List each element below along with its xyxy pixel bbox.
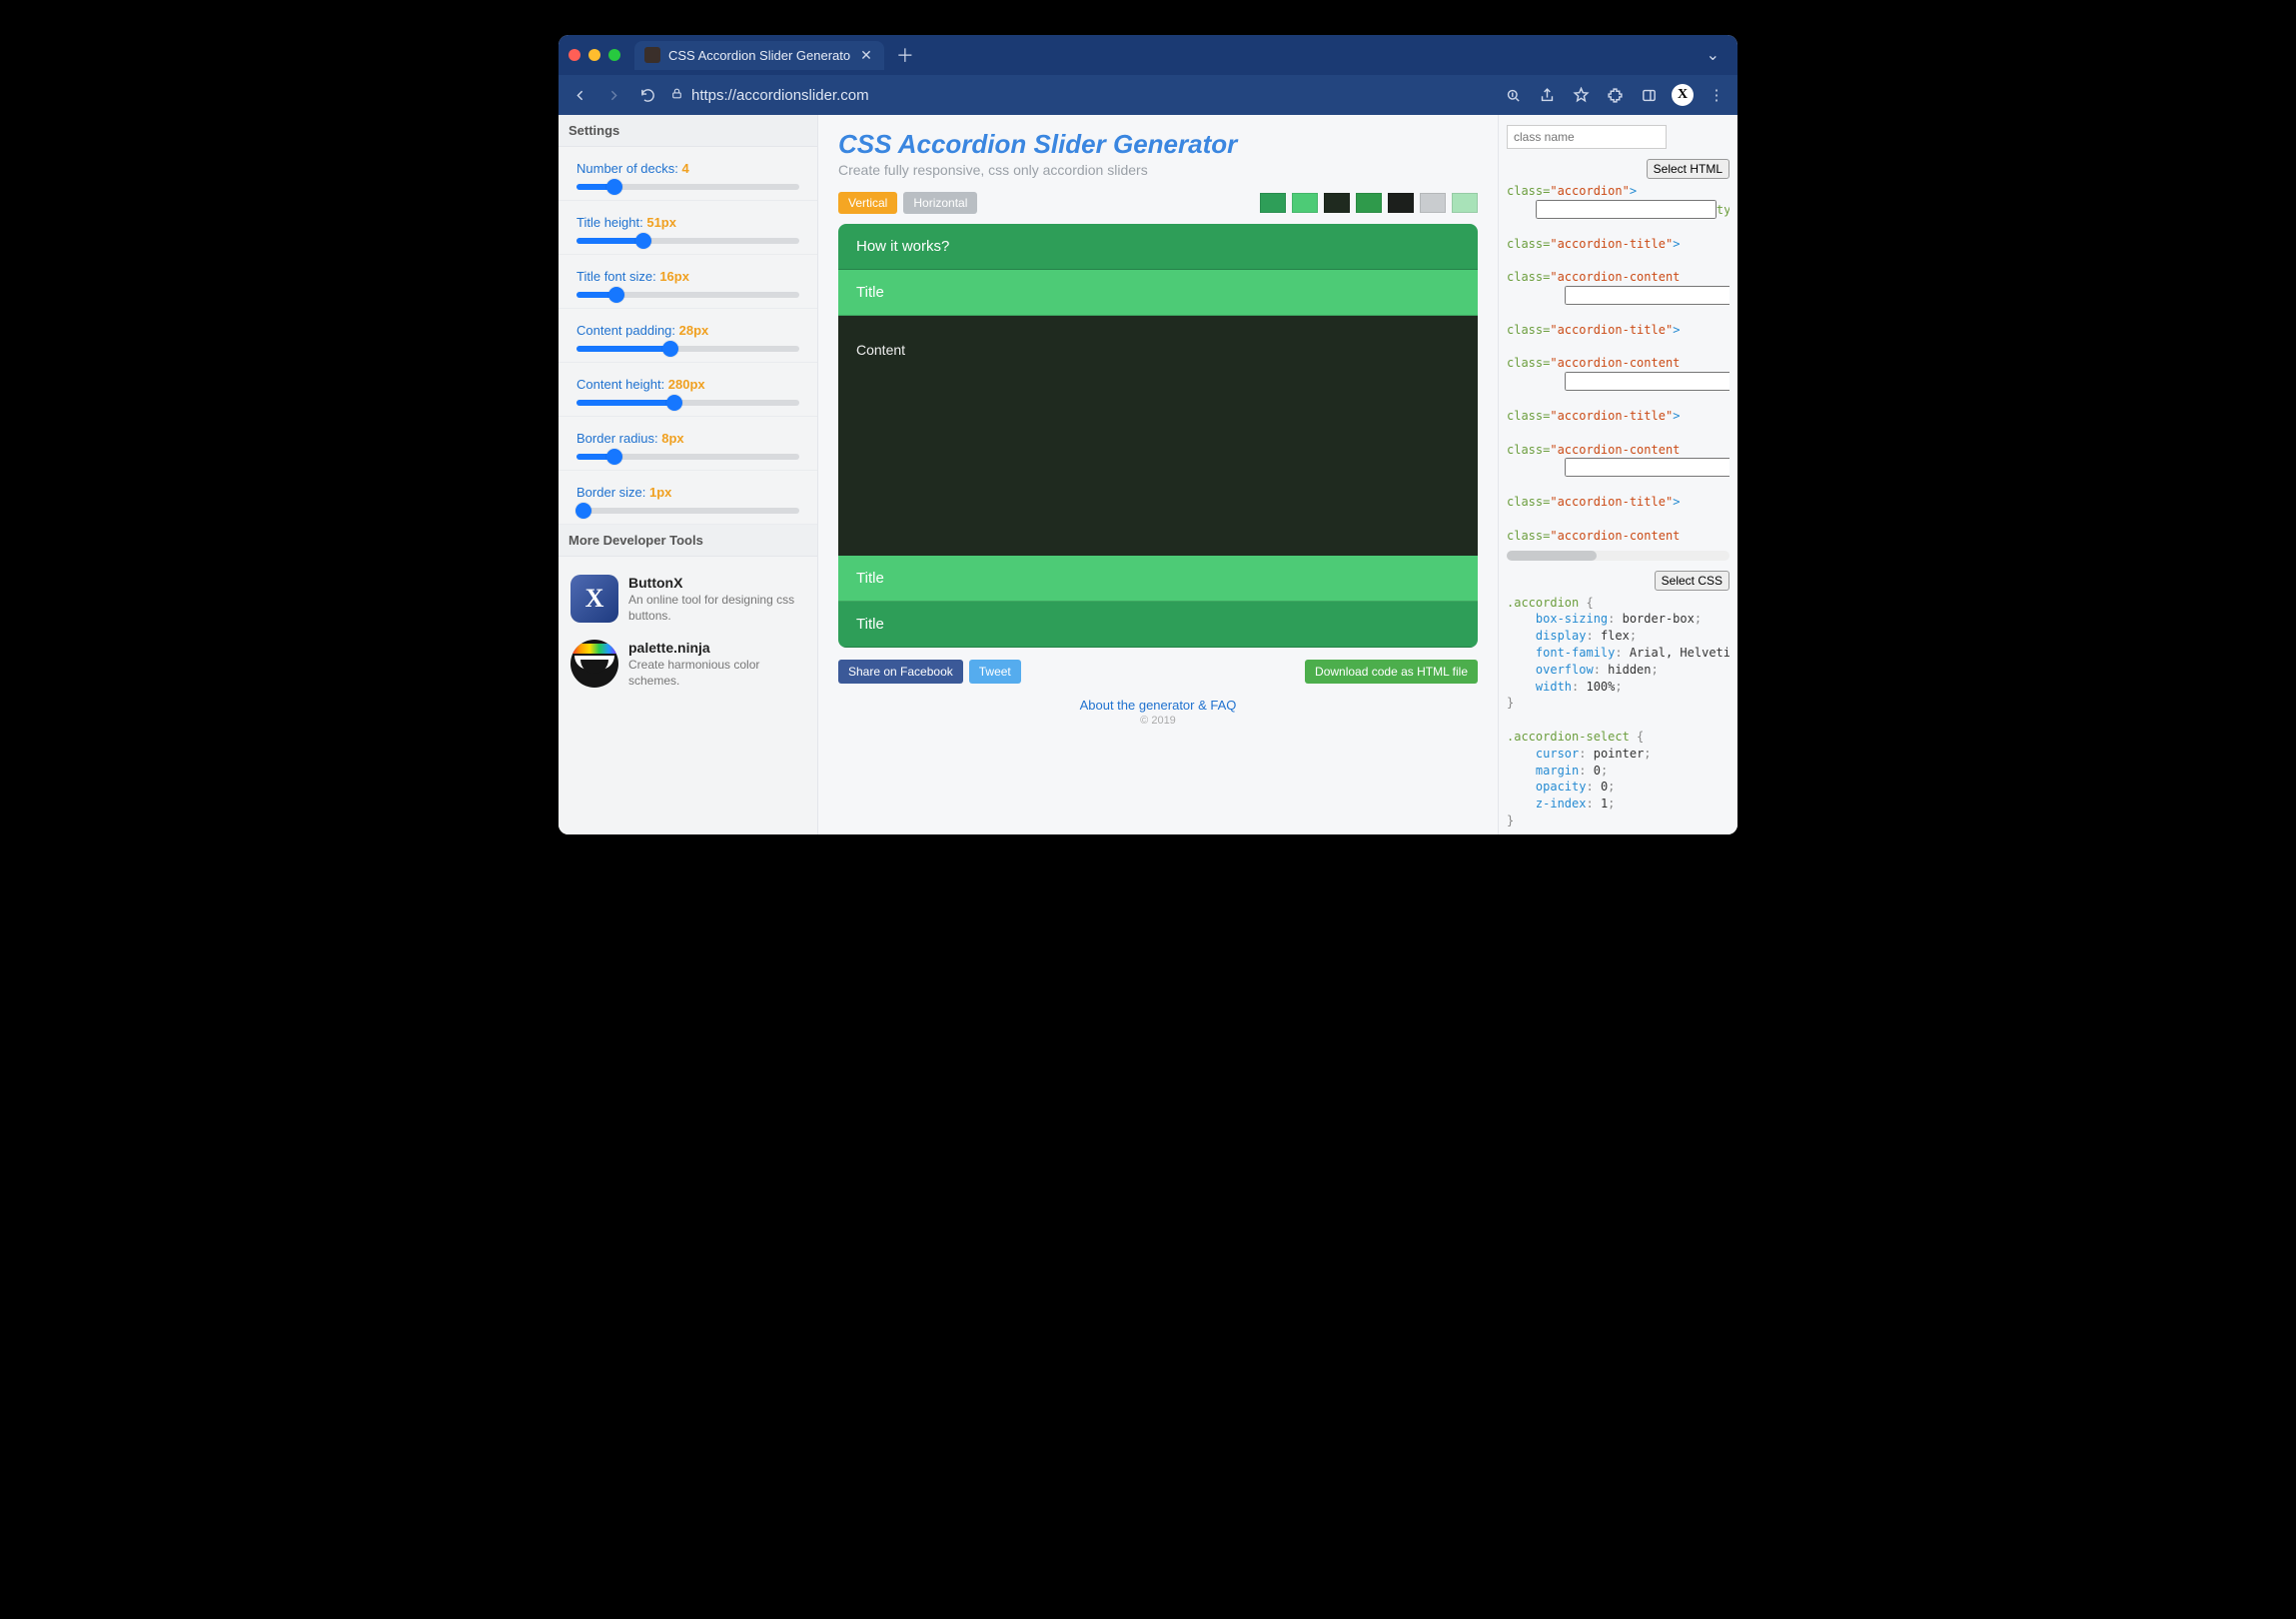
code-panel: Select HTML class="accordion"> type="rad… — [1498, 115, 1737, 834]
main-content: CSS Accordion Slider Generator Create fu… — [818, 115, 1498, 834]
new-tab-button[interactable]: ＋ — [892, 42, 918, 68]
settings-heading: Settings — [559, 115, 817, 147]
page-title: CSS Accordion Slider Generator — [838, 129, 1478, 160]
slider-track[interactable] — [576, 292, 799, 298]
browser-window: CSS Accordion Slider Generato ✕ ＋ ⌄ http… — [559, 35, 1737, 834]
slider-track[interactable] — [576, 346, 799, 352]
slider-label: Title height: 51px — [576, 215, 799, 230]
tool-name: palette.ninja — [628, 640, 805, 656]
page-subtitle: Create fully responsive, css only accord… — [838, 162, 1478, 178]
tab-title: CSS Accordion Slider Generato — [668, 48, 850, 63]
bookmark-icon[interactable] — [1570, 84, 1592, 106]
tool-desc: An online tool for designing css buttons… — [628, 593, 805, 624]
browser-tab[interactable]: CSS Accordion Slider Generato ✕ — [634, 41, 884, 70]
color-swatch[interactable] — [1324, 193, 1350, 213]
reload-button[interactable] — [636, 84, 658, 106]
color-swatch[interactable] — [1356, 193, 1382, 213]
share-twitter-button[interactable]: Tweet — [969, 660, 1021, 684]
html-code[interactable]: class="accordion"> type="radio" name="se… — [1507, 183, 1729, 545]
slider-track[interactable] — [576, 400, 799, 406]
lock-icon — [670, 87, 683, 104]
color-swatch[interactable] — [1420, 193, 1446, 213]
slider-track[interactable] — [576, 508, 799, 514]
back-button[interactable] — [569, 84, 590, 106]
more-tools-heading: More Developer Tools — [559, 525, 817, 557]
download-button[interactable]: Download code as HTML file — [1305, 660, 1478, 684]
slider-track[interactable] — [576, 184, 799, 190]
forward-button[interactable] — [602, 84, 624, 106]
copyright: © 2019 — [838, 715, 1478, 727]
profile-avatar[interactable]: X — [1672, 84, 1694, 106]
accordion-title[interactable]: How it works? — [838, 224, 1478, 270]
slider-label: Content height: 280px — [576, 377, 799, 392]
tool-icon — [571, 640, 618, 688]
favicon-icon — [644, 47, 660, 63]
accordion-title[interactable]: Title — [838, 556, 1478, 602]
select-html-button[interactable]: Select HTML — [1647, 159, 1729, 179]
url-text: https://accordionslider.com — [691, 87, 869, 104]
zoom-icon[interactable] — [1502, 84, 1524, 106]
close-window-icon[interactable] — [569, 49, 580, 61]
accordion-content: Content — [838, 316, 1478, 556]
slider-label: Title font size: 16px — [576, 269, 799, 284]
color-swatch[interactable] — [1388, 193, 1414, 213]
tool-desc: Create harmonious color schemes. — [628, 658, 805, 689]
about-link[interactable]: About the generator & FAQ — [1080, 698, 1237, 713]
share-facebook-button[interactable]: Share on Facebook — [838, 660, 963, 684]
window-controls[interactable] — [569, 49, 620, 61]
close-tab-icon[interactable]: ✕ — [858, 47, 874, 64]
tabs-menu-icon[interactable]: ⌄ — [1699, 45, 1727, 65]
browser-chrome: CSS Accordion Slider Generato ✕ ＋ ⌄ http… — [559, 35, 1737, 115]
kebab-menu-icon[interactable]: ⋮ — [1706, 84, 1727, 106]
horizontal-button[interactable]: Horizontal — [903, 192, 977, 214]
sidepanel-icon[interactable] — [1638, 84, 1660, 106]
accordion-title[interactable]: Title — [838, 270, 1478, 316]
address-bar[interactable]: https://accordionslider.com — [670, 87, 1490, 104]
slider-track[interactable] — [576, 238, 799, 244]
minimize-window-icon[interactable] — [588, 49, 600, 61]
slider-track[interactable] — [576, 454, 799, 460]
tool-item[interactable]: X ButtonX An online tool for designing cs… — [571, 567, 805, 632]
settings-sidebar: Settings Number of decks: 4 Title height… — [559, 115, 818, 834]
slider-label: Border radius: 8px — [576, 431, 799, 446]
color-swatch[interactable] — [1292, 193, 1318, 213]
tool-item[interactable]: palette.ninja Create harmonious color sch… — [571, 632, 805, 697]
share-icon[interactable] — [1536, 84, 1558, 106]
css-code[interactable]: .accordion { box-sizing: border-box; dis… — [1507, 595, 1729, 834]
slider-label: Content padding: 28px — [576, 323, 799, 338]
tool-icon: X — [571, 575, 618, 623]
maximize-window-icon[interactable] — [608, 49, 620, 61]
tool-name: ButtonX — [628, 575, 805, 591]
code-hscroll[interactable] — [1507, 551, 1729, 561]
color-swatch[interactable] — [1452, 193, 1478, 213]
slider-label: Border size: 1px — [576, 485, 799, 500]
color-swatch[interactable] — [1260, 193, 1286, 213]
vertical-button[interactable]: Vertical — [838, 192, 897, 214]
accordion-preview[interactable]: How it works?TitleContentTitleTitle — [838, 224, 1478, 648]
accordion-title[interactable]: Title — [838, 602, 1478, 648]
class-name-input[interactable] — [1507, 125, 1667, 149]
color-swatches — [1260, 193, 1478, 213]
select-css-button[interactable]: Select CSS — [1655, 571, 1729, 591]
extensions-icon[interactable] — [1604, 84, 1626, 106]
slider-label: Number of decks: 4 — [576, 161, 799, 176]
